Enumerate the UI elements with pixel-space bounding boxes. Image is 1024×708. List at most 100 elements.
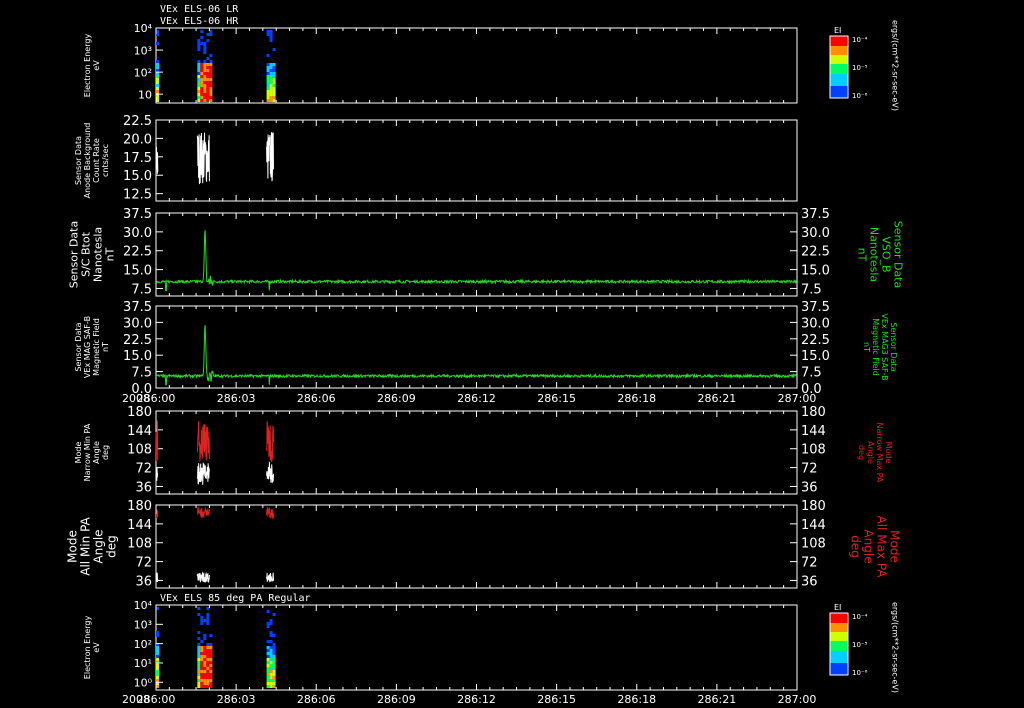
series-line [155, 325, 797, 386]
y-tick-label-right: 30.0 [801, 316, 830, 331]
spectrogram-cell [197, 667, 201, 670]
spectrogram-cell [197, 84, 201, 87]
spectrogram-cell [200, 84, 204, 87]
spectrogram-cell [269, 682, 273, 685]
spectrogram-cell [203, 48, 207, 51]
spectrogram-cell [206, 667, 210, 670]
spectrogram-cell [272, 75, 276, 78]
y-tick-label: 15.0 [123, 264, 152, 279]
right-axis-label-line: Mode [888, 530, 902, 563]
y-tick-label: 36 [135, 574, 152, 589]
spectrogram-cell [269, 640, 273, 643]
spectrogram-cell [266, 673, 270, 676]
time-axis-tick-label: 286:21 [698, 392, 737, 405]
spectrogram-cell [200, 99, 204, 102]
spectrogram-cell [156, 679, 159, 682]
spectrogram-cell [206, 616, 210, 619]
time-axis-tick-label: 286:00 [137, 392, 176, 405]
y-tick-label: 10³ [134, 44, 152, 57]
y-tick-label-right: 108 [801, 443, 826, 458]
y-tick-label: 180 [127, 405, 152, 420]
spectrogram-cell [266, 670, 270, 673]
series-line [155, 136, 159, 175]
series-line-min [266, 572, 274, 583]
time-axis-tick-label: 286:12 [457, 392, 496, 405]
y-tick-label: 37.5 [123, 300, 152, 315]
spectrogram-cell [206, 649, 210, 652]
spectrogram-cell [209, 658, 213, 661]
spectrogram-cell [266, 649, 270, 652]
spectrogram-cell [206, 658, 210, 661]
colorbar: EI 10⁻⁴ 10⁻⁵ 10⁻⁶ [829, 603, 868, 677]
right-axis-label: ModeAll Max PAAngledeg [849, 516, 902, 579]
spectrogram-cell [203, 60, 207, 63]
time-axis-tick-label: 286:03 [217, 392, 256, 405]
spectrogram-cell [203, 96, 207, 99]
spectrogram-cell [197, 45, 201, 48]
series-line-min [155, 572, 159, 582]
panel-frame [155, 604, 798, 691]
time-axis-tick-label: 286:00 [137, 693, 176, 706]
spectrogram-cell [206, 33, 210, 36]
colorbar-tick-label: 10⁻⁴ [852, 613, 868, 621]
series-line-min [266, 461, 274, 484]
spectrogram-cell [269, 649, 273, 652]
y-tick-label: 10² [134, 638, 152, 651]
spectrogram-cell [156, 646, 159, 649]
spectrogram-cell [200, 30, 204, 33]
spectrogram-cell [266, 625, 270, 628]
series-line [155, 230, 797, 291]
y-tick-label-right: 180 [801, 405, 826, 420]
spectrogram-cell [266, 640, 270, 643]
spectrogram-cell [272, 84, 276, 87]
spectrogram-cell [266, 30, 270, 33]
right-axis-label-line: ergs/(cm**2-sr-sec-eV) [890, 20, 899, 111]
series-line-max [266, 421, 274, 462]
spectrogram-cell [203, 637, 207, 640]
spectrogram-panel-els-spectrogram: 10⁴ 10³ 10² 10 Electron Energy eV EI 10⁻⁴ 10⁻⁵ 10… [83, 20, 899, 111]
spectrogram-cell [272, 667, 276, 670]
y-axis-label-line: deg [105, 535, 119, 558]
spectrogram-cell [272, 634, 276, 637]
series-line-max [196, 506, 210, 518]
panel-frame [155, 410, 798, 495]
y-tick-label-right: 7.5 [801, 282, 822, 297]
spectrogram-cell [200, 673, 204, 676]
spectrogram-cell [209, 54, 213, 57]
spectrogram-cell [197, 676, 201, 679]
spectrogram-cell [266, 622, 270, 625]
spectrogram-cell [206, 81, 210, 84]
y-tick-label: 180 [127, 499, 152, 514]
header-line-2: VEx ELS-06 HR [160, 16, 239, 27]
y-axis-label-line: Electron Energy [83, 34, 92, 98]
y-tick-label: 10⁴ [134, 599, 153, 612]
spectrogram-cell [200, 622, 204, 625]
spectrogram-cell [200, 72, 204, 75]
spectrogram-cell [209, 81, 213, 84]
spectrogram-cell [197, 664, 201, 667]
spectrogram-cell [206, 679, 210, 682]
spectrogram-cell [269, 93, 273, 96]
y-axis-label: Sensor DataS/C Btot Nanotesla nT [68, 221, 117, 288]
spectrogram-cell [266, 96, 270, 99]
spectrogram-cell [266, 658, 270, 661]
y-axis-label-line: Mode [66, 530, 80, 563]
right-axis-label: ergs/(cm**2-sr-sec-eV) [890, 602, 899, 693]
y-tick-label: 10² [134, 66, 152, 79]
colorbar-tick-label: 10⁻⁵ [852, 641, 868, 649]
y-axis-label-line: Anode Background [83, 123, 92, 199]
y-tick-label: 10³ [134, 619, 152, 632]
y-tick-label: 10 [138, 88, 152, 101]
spectrogram-cell [200, 658, 204, 661]
spectrogram-cell [200, 42, 204, 45]
spectrogram-cell [266, 679, 270, 682]
y-tick-label: 30.0 [123, 316, 152, 331]
spectrogram-cell [269, 652, 273, 655]
spectrogram-cell [156, 655, 159, 658]
line-panel-all-pa: 180 180144 144108 10872 7236 36Mode All Min PA… [66, 499, 902, 589]
y-tick-label: 72 [135, 556, 152, 571]
spectrogram-cell [266, 66, 270, 69]
spectrogram-cell [206, 607, 210, 610]
y-tick-label: 72 [135, 462, 152, 477]
spectrogram-cell [206, 613, 210, 616]
